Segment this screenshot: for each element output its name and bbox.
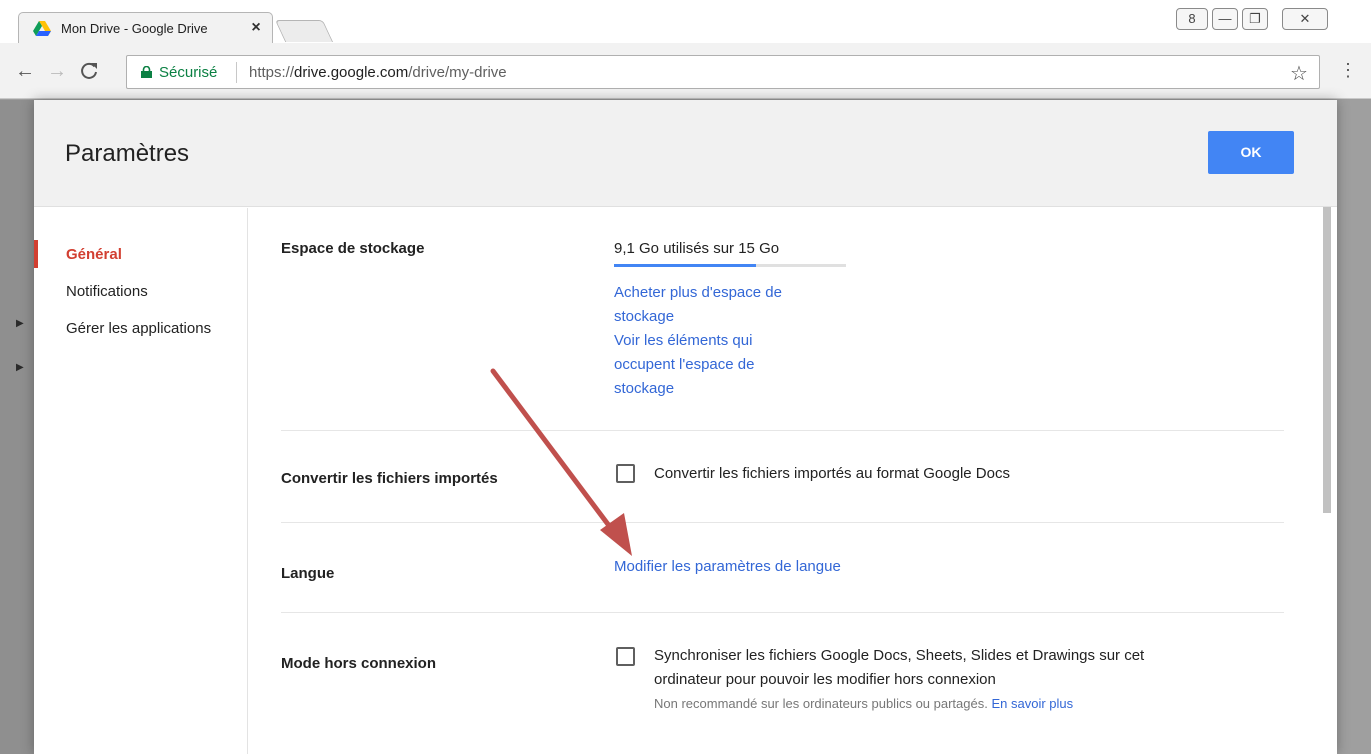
forward-arrow-icon[interactable]: → (46, 61, 68, 81)
sidebar-item-manage-apps[interactable]: Gérer les applications (66, 320, 211, 337)
storage-progress-bar (614, 264, 846, 267)
storage-progress-fill (614, 264, 756, 267)
browser-toolbar: ← → Sécurisé https://drive.google.com/dr… (0, 43, 1371, 99)
maximize-icon[interactable]: ❐ (1242, 8, 1268, 30)
url-path: /drive/my-drive (408, 64, 507, 81)
address-bar[interactable]: Sécurisé https://drive.google.com/drive/… (126, 55, 1320, 89)
ok-button[interactable]: OK (1208, 131, 1294, 174)
view-storage-link-line1[interactable]: Voir les éléments qui (614, 329, 752, 353)
google-drive-icon (33, 21, 51, 36)
lock-icon (141, 66, 152, 78)
view-storage-link-line2[interactable]: occupent l'espace de (614, 353, 754, 377)
url-host: drive.google.com (294, 64, 409, 81)
new-tab-button[interactable] (274, 20, 334, 42)
convert-checkbox-label[interactable]: Convertir les fichiers importés au forma… (654, 462, 1010, 486)
secure-label: Sécurisé (159, 64, 218, 81)
window-controls: 8 — ❐ ✕ (1176, 8, 1328, 30)
browser-menu-icon[interactable]: ⋮ (1338, 60, 1358, 80)
section-divider (281, 612, 1284, 613)
scrollbar-thumb[interactable] (1323, 207, 1331, 513)
expand-arrow-icon: ▶ (16, 362, 24, 373)
sidebar-item-notifications[interactable]: Notifications (66, 283, 148, 300)
storage-label: Espace de stockage (281, 240, 425, 257)
language-label: Langue (281, 565, 335, 582)
offline-checkbox[interactable] (616, 647, 635, 666)
buy-storage-link-line1[interactable]: Acheter plus d'espace de (614, 281, 782, 305)
back-arrow-icon[interactable]: ← (14, 61, 36, 81)
sidebar-item-general[interactable]: Général (66, 246, 122, 263)
view-storage-link-line3[interactable]: stockage (614, 377, 674, 401)
expand-arrow-icon: ▶ (16, 318, 24, 329)
background-page-edge (1337, 100, 1371, 754)
convert-checkbox[interactable] (616, 464, 635, 483)
dialog-title: Paramètres (65, 140, 190, 167)
dialog-header: Paramètres OK (34, 100, 1337, 207)
offline-note-text: Non recommandé sur les ordinateurs publi… (654, 696, 988, 711)
offline-checkbox-label-line2[interactable]: ordinateur pour pouvoir les modifier hor… (654, 668, 996, 692)
browser-titlebar: Mon Drive - Google Drive × 8 — ❐ ✕ (0, 0, 1371, 43)
browser-tab[interactable]: Mon Drive - Google Drive × (18, 12, 273, 43)
tab-title: Mon Drive - Google Drive (61, 21, 208, 36)
offline-note: Non recommandé sur les ordinateurs publi… (654, 696, 1073, 711)
settings-content: Espace de stockage 9,1 Go utilisés sur 1… (249, 208, 1337, 754)
section-divider (281, 522, 1284, 523)
minimize-icon[interactable]: — (1212, 8, 1238, 30)
active-section-indicator (34, 240, 38, 268)
offline-checkbox-label-line1[interactable]: Synchroniser les fichiers Google Docs, S… (654, 644, 1144, 668)
settings-sidebar: Général Notifications Gérer les applicat… (34, 208, 248, 754)
offline-label: Mode hors connexion (281, 655, 437, 672)
learn-more-link[interactable]: En savoir plus (991, 696, 1073, 711)
reload-icon[interactable] (78, 61, 100, 85)
bookmark-star-icon[interactable]: ☆ (1290, 61, 1308, 86)
url-scheme: https:// (249, 64, 295, 81)
tab-close-icon[interactable]: × (247, 18, 265, 38)
convert-label: Convertir les fichiers importés (281, 470, 498, 487)
settings-dialog: Paramètres OK Général Notifications Gére… (34, 100, 1337, 754)
storage-usage: 9,1 Go utilisés sur 15 Go (614, 240, 780, 257)
section-divider (281, 430, 1284, 431)
profile-icon[interactable]: 8 (1176, 8, 1208, 30)
buy-storage-link-line2[interactable]: stockage (614, 305, 674, 329)
url-text[interactable]: https://drive.google.com/drive/my-drive (249, 64, 507, 81)
language-settings-link[interactable]: Modifier les paramètres de langue (614, 555, 841, 579)
url-separator (236, 62, 237, 83)
window-close-icon[interactable]: ✕ (1282, 8, 1328, 30)
